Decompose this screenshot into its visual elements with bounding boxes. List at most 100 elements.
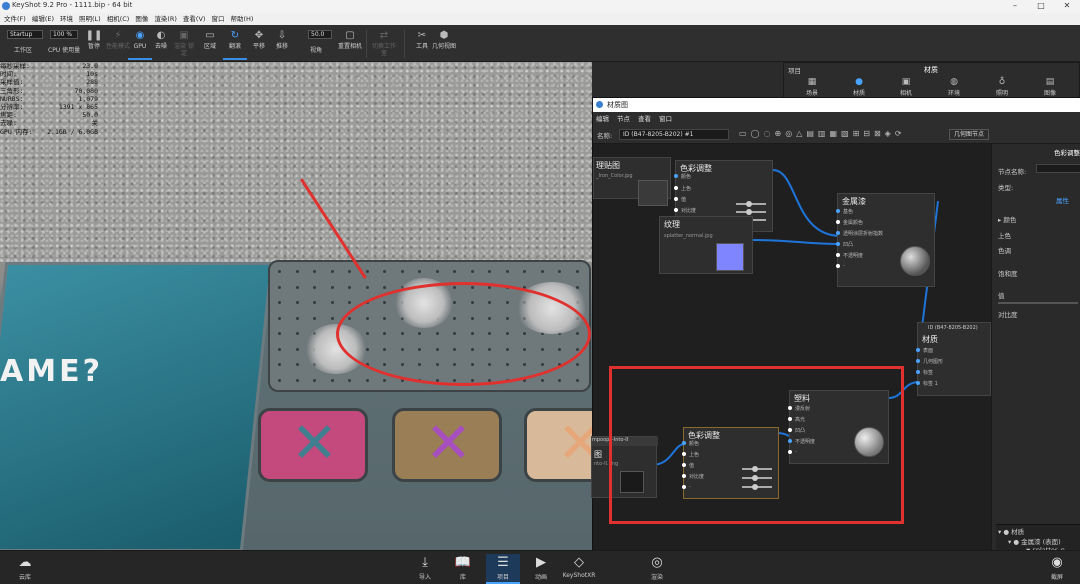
tab-image[interactable]: ▤ 图像 (1030, 77, 1070, 97)
mg-menu-window[interactable]: 窗口 (659, 112, 672, 126)
material-name-input[interactable]: ID (B47-8205-B202) #1 (619, 129, 729, 140)
node-metallic-paint[interactable]: 金属漆 基色 金属颜色 透明涂层折射指数 凹凸 不透明度 - (836, 193, 935, 287)
toolbar-divider (404, 30, 405, 58)
dolly-button[interactable]: ⇩ 推移 (270, 28, 294, 60)
pause-button[interactable]: ❚❚ 暂停 (82, 28, 106, 60)
peg-hole (313, 301, 316, 304)
x-tile-pink: ✕ (258, 408, 368, 482)
menu-bar: 文件(F) 编辑(E) 环境 照明(L) 相机(C) 图像 渲染(R) 查看(V… (0, 13, 1080, 25)
close-button[interactable]: ✕ (1054, 0, 1080, 13)
maximize-button[interactable]: □ (1028, 0, 1054, 13)
peg-hole (330, 378, 334, 382)
peg-hole (330, 270, 334, 273)
mg-menu-view[interactable]: 查看 (638, 112, 651, 126)
value-slider[interactable] (998, 302, 1078, 304)
peg-hole (523, 270, 526, 273)
peg-hole (348, 285, 351, 289)
menu-render[interactable]: 渲染(R) (154, 13, 177, 25)
tab-material[interactable]: ● 材质 (839, 77, 879, 97)
reset-camera-button[interactable]: ▢ 重置相机 (338, 28, 362, 60)
peg-hole (313, 378, 316, 382)
denoise-button[interactable]: ◐ 去噪 (149, 28, 173, 60)
material-graph-icon (596, 101, 603, 108)
fov-field[interactable]: 50.0 (308, 30, 332, 39)
fov-label: 视角 (310, 47, 323, 54)
keyshotxr-button[interactable]: ◇ KeyShotXR (562, 554, 596, 584)
peg-hole (435, 270, 439, 273)
camera-icon: ◉ (1051, 555, 1063, 570)
animation-button[interactable]: ▶ 动画 (524, 554, 558, 584)
project-button[interactable]: ☰ 项目 (486, 554, 520, 584)
peg-hole (470, 270, 474, 273)
peg-hole (540, 378, 544, 382)
tab-lighting[interactable]: ♁ 照明 (982, 77, 1022, 97)
menu-edit[interactable]: 编辑(E) (32, 13, 54, 25)
tree-child[interactable]: ▾ ● 金属漆 (表面) (1008, 536, 1061, 546)
material-graph-toolbar: 名称: ID (B47-8205-B202) #1 ▭◯◌⊕◎△▤▥▦▧⊞⊟⊠◈… (593, 126, 1080, 144)
import-icon: ⤓ (422, 555, 428, 570)
tools-button[interactable]: ✂ 工具 (410, 28, 434, 60)
tree-root[interactable]: ▾ ● 材质 (998, 526, 1024, 536)
cpu-usage-field[interactable]: 100 % (50, 30, 78, 39)
tumble-button[interactable]: ↻ 翻滚 (223, 28, 247, 60)
node-bump-texture[interactable]: 纹理 splatter_normal.jpg (659, 216, 753, 274)
peg-hole (295, 332, 299, 335)
menu-image[interactable]: 图像 (135, 13, 148, 25)
denoise-icon: ◐ (156, 30, 166, 41)
performance-mode-button[interactable]: ⚡ 性能模式 (106, 28, 130, 60)
pan-icon: ✥ (254, 30, 264, 41)
properties-tab[interactable]: 属性 (1056, 195, 1069, 205)
render-lock-button[interactable]: ▣ 渲染 锁定 (172, 28, 196, 60)
menu-file[interactable]: 文件(F) (4, 13, 26, 25)
pause-icon: ❚❚ (85, 30, 103, 41)
peg-hole (540, 270, 544, 273)
performance-icon: ⚡ (114, 30, 122, 41)
peg-hole (278, 301, 281, 304)
peg-hole (488, 270, 491, 273)
workspace-select[interactable]: Startup (7, 30, 43, 39)
menu-window[interactable]: 窗口 (211, 13, 224, 25)
peg-hole (278, 378, 281, 382)
mg-menu-node[interactable]: 节点 (617, 112, 630, 126)
tab-environment[interactable]: ◍ 环境 (934, 77, 974, 97)
import-button[interactable]: ⤓ 导入 (408, 554, 442, 584)
geometry-node-button[interactable]: 几何图节点 (949, 129, 990, 140)
prop-color[interactable]: ▸ 颜色 (998, 214, 1016, 224)
peg-hole (418, 270, 421, 273)
render-button[interactable]: ◎ 渲染 (640, 554, 674, 584)
switch-studio-button[interactable]: ⇄ 切换工作室 (372, 28, 396, 60)
node-texture-color[interactable]: 理贴图 _Iron_Color.jpg (593, 157, 671, 206)
peg-hole (505, 270, 509, 273)
tumble-icon: ↻ (230, 30, 240, 41)
render-viewport[interactable]: AME? ✕ ✕ ✕ 每秒采样: 23.0 时间: 10s 采样值: 288 三角形:… (0, 62, 592, 550)
tab-camera[interactable]: ▣ 相机 (886, 77, 926, 97)
library-button[interactable]: 📖 库 (446, 554, 480, 584)
menu-view[interactable]: 查看(V) (183, 13, 206, 25)
peg-hole (313, 285, 316, 289)
title-bar: KeyShot 9.2 Pro - 1111.bip - 64 bit – □ … (0, 0, 1080, 13)
menu-help[interactable]: 帮助(H) (230, 13, 253, 25)
screenshot-button[interactable]: ◉ 截屏 (1040, 554, 1074, 584)
pan-button[interactable]: ✥ 平移 (247, 28, 271, 60)
node-name-input[interactable] (1036, 164, 1080, 173)
cloud-library-button[interactable]: ☁ 云库 (8, 554, 42, 584)
material-icon: ● (855, 77, 863, 87)
region-button[interactable]: ▭ 区域 (198, 28, 222, 60)
graph-tool-icons[interactable]: ▭◯◌⊕◎△▤▥▦▧⊞⊟⊠◈⟳ (739, 129, 906, 138)
peg-hole (400, 270, 404, 273)
studio-icon: ⇄ (379, 30, 389, 41)
toolbar-divider (366, 30, 367, 58)
geometry-view-button[interactable]: ⬢ 几何视图 (432, 28, 456, 60)
slider-icon (736, 209, 766, 215)
minimize-button[interactable]: – (1002, 0, 1028, 13)
tab-scene[interactable]: ▦ 场景 (792, 77, 832, 97)
region-icon: ▭ (205, 30, 215, 41)
environment-icon: ◍ (950, 77, 958, 87)
node-material-output[interactable]: ID (B47-8205-B202) 材质 表面 几何图形 标签 标签 1 (916, 322, 991, 396)
mg-menu-edit[interactable]: 编辑 (596, 112, 609, 126)
peg-hole (383, 378, 386, 382)
menu-lighting[interactable]: 照明(L) (79, 13, 101, 25)
menu-camera[interactable]: 相机(C) (107, 13, 130, 25)
menu-environment[interactable]: 环境 (60, 13, 73, 25)
project-icon: ☰ (497, 555, 509, 570)
